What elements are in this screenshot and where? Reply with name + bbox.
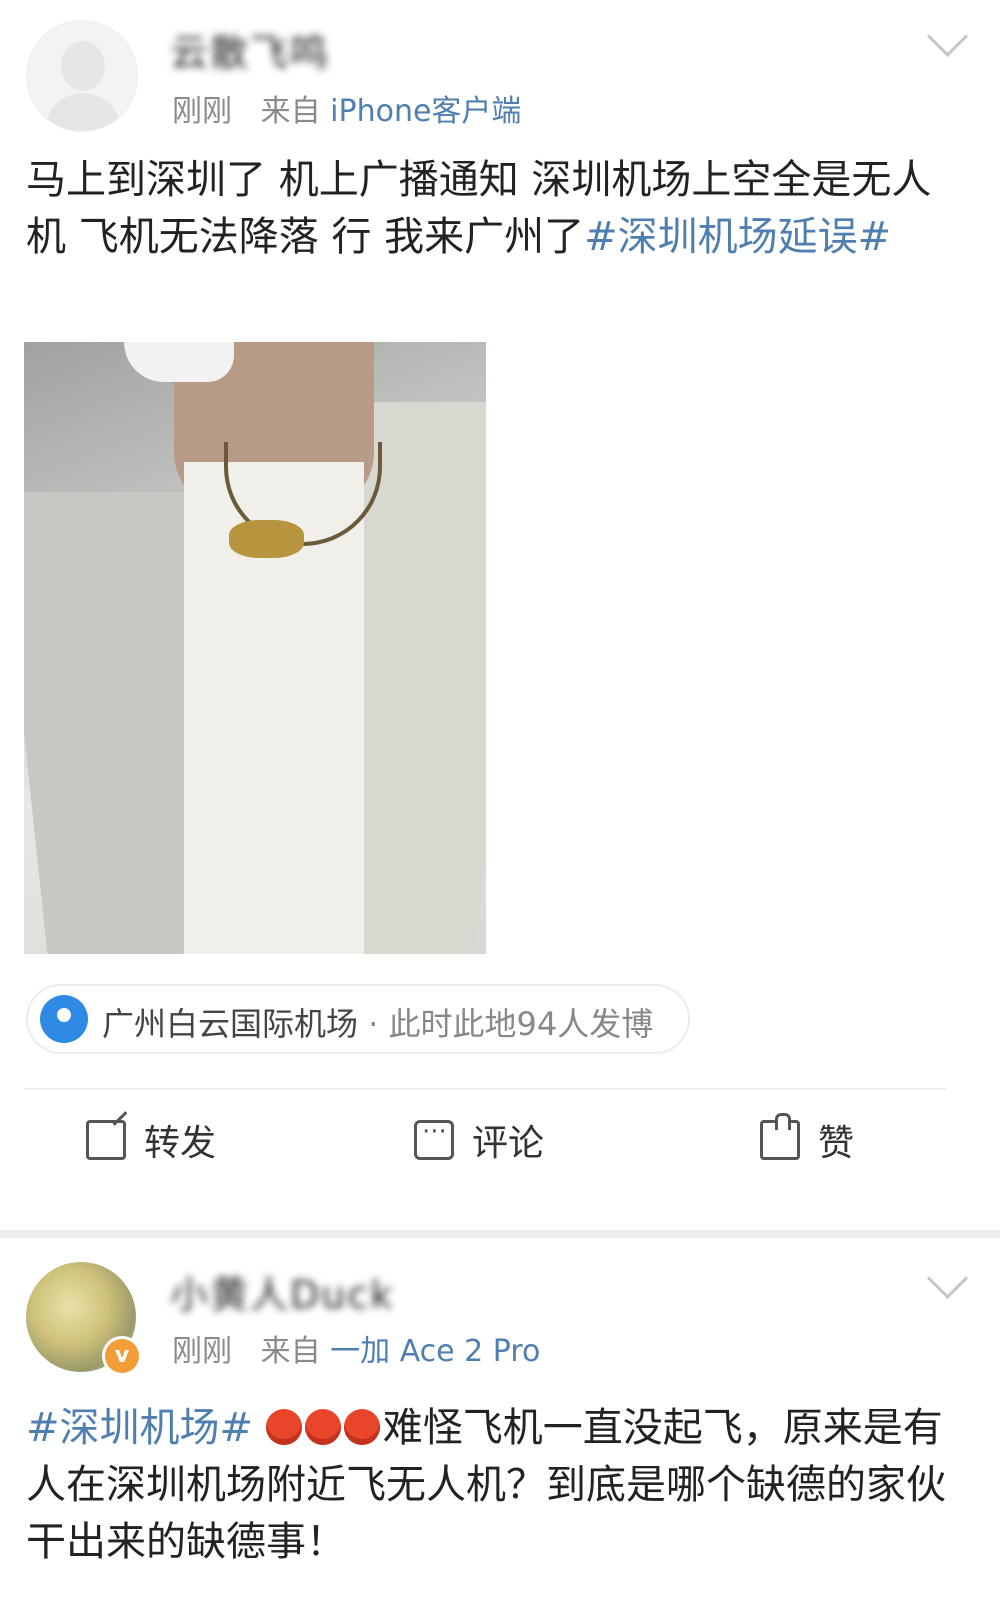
- post-text: 马上到深圳了 机上广播通知 深圳机场上空全是无人机 飞机无法降落 行 我来广州了…: [26, 152, 946, 266]
- angry-face-emoji-icon: [343, 1409, 380, 1445]
- chevron-down-icon[interactable]: [926, 1257, 969, 1300]
- angry-face-emoji-icon: [265, 1409, 302, 1445]
- user-avatar[interactable]: [26, 20, 138, 132]
- angry-face-emoji-icon: [304, 1409, 341, 1445]
- chevron-down-icon[interactable]: [926, 15, 969, 58]
- thumbs-up-icon: [760, 1113, 800, 1160]
- post-meta: 刚刚 来自 一加 Ace 2 Pro: [172, 1326, 540, 1370]
- location-chip[interactable]: 广州白云国际机场 · 此时此地94人发博: [26, 984, 690, 1054]
- verified-badge-icon: v: [102, 1336, 142, 1376]
- location-text: 广州白云国际机场 · 此时此地94人发博: [102, 999, 653, 1045]
- hashtag-link[interactable]: #深圳机场延误#: [584, 214, 891, 260]
- weibo-post-2: v 小黄人Duck 刚刚 来自 一加 Ace 2 Pro #深圳机场# 难怪飞机…: [0, 1238, 1000, 1621]
- photo-pendant: [229, 520, 304, 558]
- post-text: #深圳机场# 难怪飞机一直没起飞，原来是有人在深圳机场附近飞无人机？到底是哪个缺…: [26, 1400, 946, 1571]
- comment-label: 评论: [472, 1123, 545, 1164]
- location-pin-icon: [40, 995, 88, 1043]
- post-source[interactable]: iPhone客户端: [330, 94, 521, 129]
- username[interactable]: 云散飞鸣: [170, 22, 330, 77]
- avatar-head: [61, 41, 105, 91]
- post-meta: 刚刚 来自 iPhone客户端: [172, 86, 521, 130]
- repost-icon: [86, 1120, 126, 1160]
- username[interactable]: 小黄人Duck: [170, 1264, 394, 1319]
- post-time: 刚刚: [172, 1334, 232, 1369]
- comment-button[interactable]: 评论: [414, 1114, 544, 1166]
- location-name: 广州白云国际机场: [102, 1005, 359, 1043]
- like-label: 赞: [818, 1123, 855, 1164]
- like-button[interactable]: 赞: [760, 1113, 855, 1166]
- location-sub: · 此时此地94人发博: [358, 1005, 654, 1043]
- comment-icon: [414, 1117, 454, 1160]
- post-time: 刚刚: [172, 94, 232, 129]
- from-prefix: 来自: [260, 1334, 321, 1369]
- repost-label: 转发: [144, 1123, 217, 1164]
- post-separator: [0, 1230, 1000, 1238]
- avatar-body: [45, 93, 121, 131]
- from-prefix: 来自: [260, 94, 321, 129]
- weibo-post-1: 云散飞鸣 刚刚 来自 iPhone客户端 马上到深圳了 机上广播通知 深圳机场上…: [0, 0, 1000, 1230]
- repost-button[interactable]: 转发: [86, 1114, 216, 1166]
- post-photo[interactable]: [24, 342, 486, 954]
- post-source[interactable]: 一加 Ace 2 Pro: [330, 1334, 540, 1369]
- hashtag-link[interactable]: #深圳机场#: [26, 1405, 253, 1451]
- divider: [24, 1088, 946, 1090]
